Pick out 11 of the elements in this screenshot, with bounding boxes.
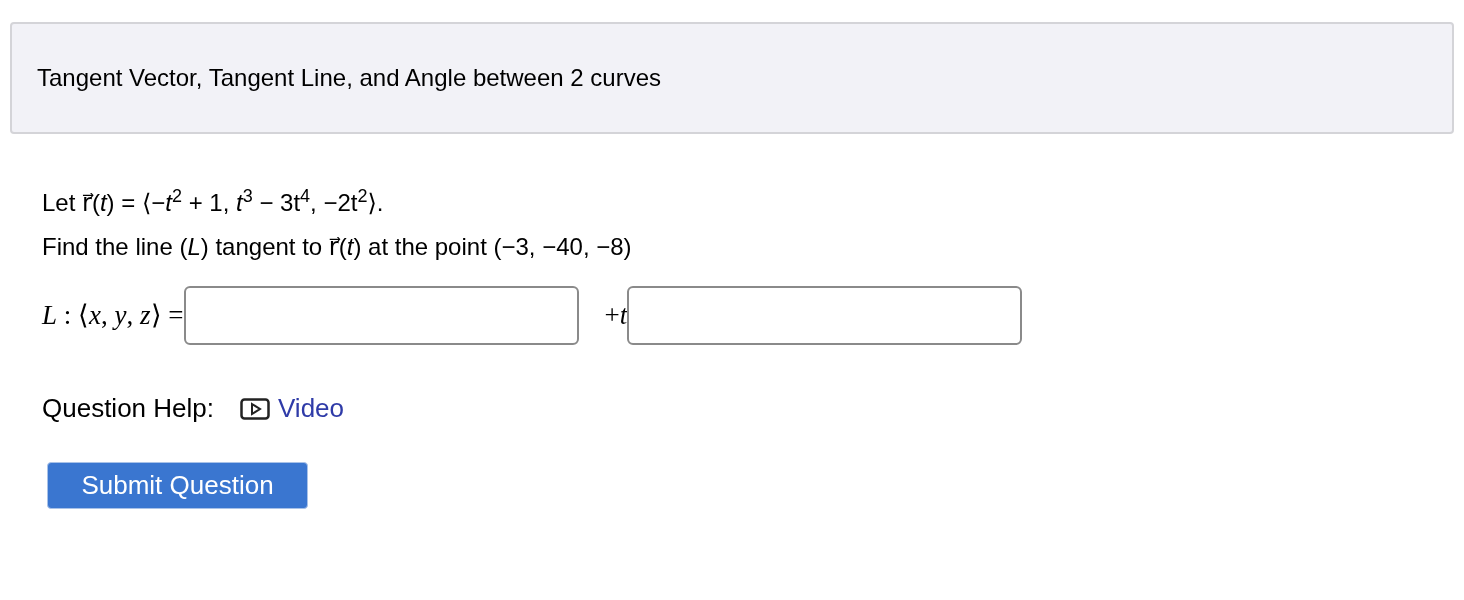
- point-input-field[interactable]: [183, 286, 579, 345]
- problem-text: Let r⃗(t) = ⟨−t$^{2}$ + 1, t$^{3}$ − 3t$^{4}$, −2t$^{2}$⟩.: [42, 185, 384, 218]
- problem-text: Find the line (L) tangent to r⃗(t) at the point (−3, −40, −8): [42, 232, 632, 262]
- equation-label: L : ⟨x, y, z⟩ =: [42, 299, 184, 333]
- video-play-icon: [240, 397, 270, 420]
- video-link[interactable]: Video: [278, 389, 344, 428]
- direction-input-field[interactable]: [627, 286, 1023, 345]
- submit-question-button[interactable]: Submit Question: [47, 462, 308, 509]
- question-title: Tangent Vector, Tangent Line, and Angle between 2 curves: [37, 63, 662, 93]
- question-help-label: Question Help:: [42, 392, 214, 425]
- parameter-label: +t: [604, 299, 628, 333]
